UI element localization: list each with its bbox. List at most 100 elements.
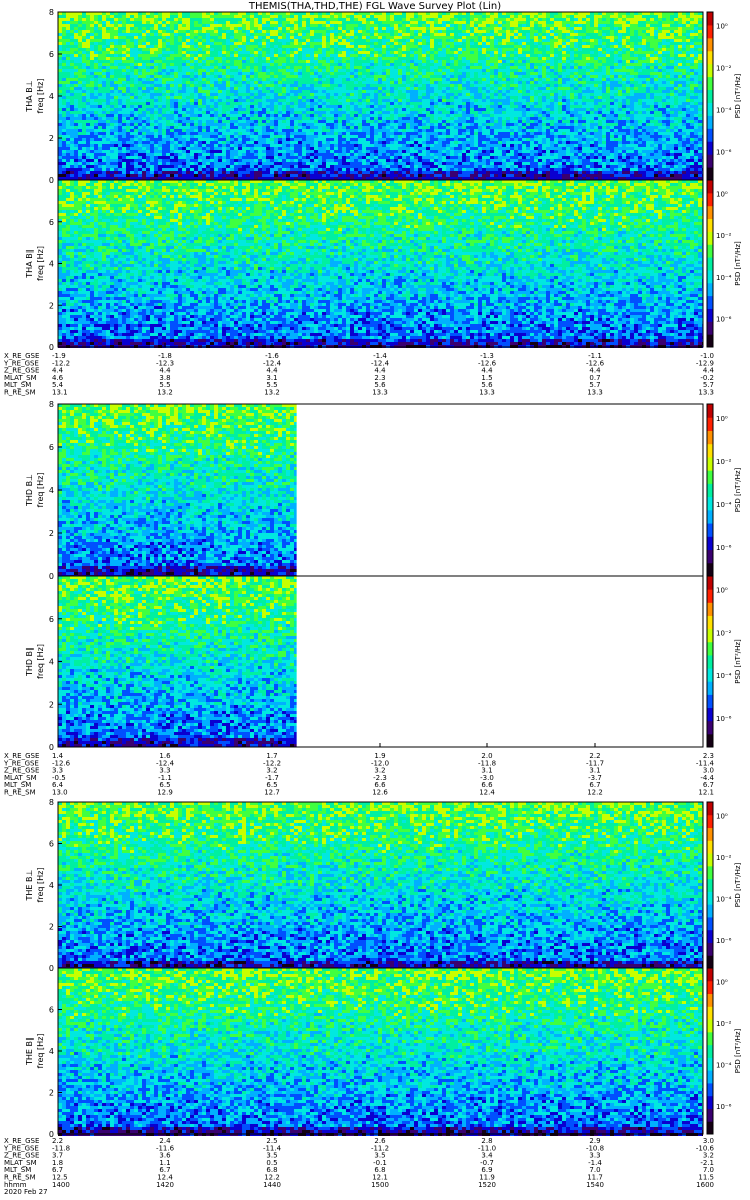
heatmap-cell bbox=[294, 24, 298, 27]
heatmap-cell bbox=[382, 36, 386, 39]
heatmap-cell bbox=[410, 21, 414, 24]
heatmap-cell bbox=[582, 33, 586, 36]
heatmap-cell bbox=[458, 39, 462, 42]
heatmap-cell bbox=[674, 42, 678, 45]
heatmap-cell bbox=[314, 27, 318, 30]
heatmap-cell bbox=[570, 30, 574, 33]
heatmap-cell bbox=[402, 15, 406, 18]
heatmap-cell bbox=[698, 24, 702, 27]
heatmap-cell bbox=[646, 33, 650, 36]
heatmap-cell bbox=[526, 21, 530, 24]
heatmap-cell bbox=[674, 33, 678, 36]
heatmap-cell bbox=[350, 24, 354, 27]
heatmap-cell bbox=[486, 15, 490, 18]
heatmap-cell bbox=[210, 27, 214, 30]
heatmap-cell bbox=[274, 15, 278, 18]
heatmap-cell bbox=[646, 42, 650, 45]
heatmap-cell bbox=[218, 18, 222, 21]
heatmap-cell bbox=[494, 30, 498, 33]
heatmap-cell bbox=[498, 39, 502, 42]
heatmap-cell bbox=[314, 15, 318, 18]
heatmap-cell bbox=[466, 24, 470, 27]
heatmap-cell bbox=[642, 24, 646, 27]
heatmap-cell bbox=[658, 36, 662, 39]
heatmap-cell bbox=[154, 36, 158, 39]
heatmap-cell bbox=[142, 30, 146, 33]
heatmap-cell bbox=[150, 27, 154, 30]
heatmap-cell bbox=[270, 18, 274, 21]
heatmap-cell bbox=[106, 27, 110, 30]
heatmap-cell bbox=[450, 45, 454, 48]
heatmap-cell bbox=[646, 21, 650, 24]
heatmap-cell bbox=[286, 48, 290, 51]
heatmap-cell bbox=[394, 33, 398, 36]
heatmap-cell bbox=[66, 48, 70, 51]
heatmap-cell bbox=[286, 39, 290, 42]
heatmap-cell bbox=[66, 30, 70, 33]
heatmap-cell bbox=[506, 24, 510, 27]
heatmap-cell bbox=[258, 36, 262, 39]
heatmap-cell bbox=[574, 21, 578, 24]
heatmap-cell bbox=[638, 36, 642, 39]
heatmap-cell bbox=[330, 42, 334, 45]
heatmap-cell bbox=[162, 15, 166, 18]
heatmap-cell bbox=[618, 24, 622, 27]
heatmap-cell bbox=[558, 27, 562, 30]
heatmap-cell bbox=[662, 36, 666, 39]
heatmap-cell bbox=[646, 18, 650, 21]
heatmap-cell bbox=[502, 27, 506, 30]
heatmap-cell bbox=[246, 15, 250, 18]
heatmap-cell bbox=[210, 42, 214, 45]
heatmap-cell bbox=[618, 39, 622, 42]
heatmap-cell bbox=[606, 24, 610, 27]
heatmap-cell bbox=[414, 24, 418, 27]
heatmap-cell bbox=[94, 48, 98, 51]
heatmap-cell bbox=[550, 21, 554, 24]
heatmap-cell bbox=[226, 18, 230, 21]
heatmap-cell bbox=[426, 36, 430, 39]
heatmap-cell bbox=[698, 30, 702, 33]
heatmap-cell bbox=[118, 21, 122, 24]
heatmap-cell bbox=[418, 42, 422, 45]
heatmap-cell bbox=[66, 24, 70, 27]
heatmap-cell bbox=[174, 27, 178, 30]
heatmap-cell bbox=[506, 36, 510, 39]
heatmap-cell bbox=[306, 33, 310, 36]
heatmap-cell bbox=[434, 48, 438, 51]
heatmap-cell bbox=[222, 36, 226, 39]
heatmap-cell bbox=[294, 15, 298, 18]
heatmap-cell bbox=[254, 27, 258, 30]
heatmap-cell bbox=[62, 42, 66, 45]
heatmap-cell bbox=[686, 18, 690, 21]
heatmap-cell bbox=[506, 15, 510, 18]
heatmap-cell bbox=[390, 39, 394, 42]
heatmap-cell bbox=[658, 15, 662, 18]
heatmap-cell bbox=[210, 18, 214, 21]
heatmap-cell bbox=[654, 33, 658, 36]
heatmap-cell bbox=[114, 24, 118, 27]
heatmap-cell bbox=[346, 15, 350, 18]
heatmap-cell bbox=[678, 18, 682, 21]
heatmap-cell bbox=[386, 30, 390, 33]
heatmap-cell bbox=[450, 27, 454, 30]
heatmap-cell bbox=[390, 24, 394, 27]
heatmap-cell bbox=[690, 21, 694, 24]
heatmap-cell bbox=[194, 42, 198, 45]
heatmap-cell bbox=[86, 24, 90, 27]
heatmap-cell bbox=[670, 33, 674, 36]
heatmap-cell bbox=[258, 18, 262, 21]
heatmap-cell bbox=[626, 24, 630, 27]
heatmap-cell bbox=[110, 48, 114, 51]
heatmap-cell bbox=[298, 45, 302, 48]
heatmap-cell bbox=[178, 48, 182, 51]
heatmap-cell bbox=[238, 48, 242, 51]
heatmap-cell bbox=[138, 48, 142, 51]
heatmap-cell bbox=[398, 39, 402, 42]
heatmap-cell bbox=[162, 21, 166, 24]
heatmap-cell bbox=[574, 39, 578, 42]
heatmap-cell bbox=[658, 42, 662, 45]
heatmap-cell bbox=[278, 42, 282, 45]
heatmap-cell bbox=[274, 21, 278, 24]
heatmap-cell bbox=[462, 21, 466, 24]
heatmap-cell bbox=[438, 42, 442, 45]
